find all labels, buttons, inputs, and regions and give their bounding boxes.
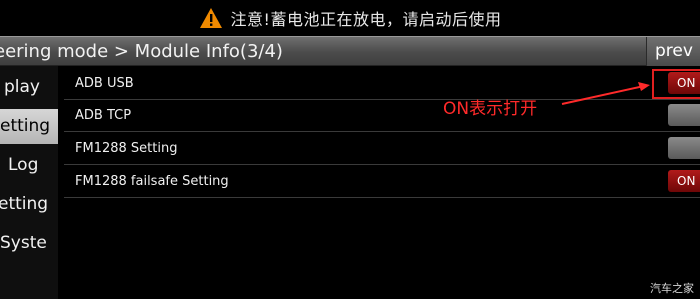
sidebar-item-label: etting [0, 194, 49, 214]
annotation-text: ON表示打开 [443, 99, 538, 119]
setting-label: ADB TCP [75, 108, 132, 123]
sidebar: play etting Log etting Syste [0, 66, 58, 299]
setting-label: FM1288 Setting [75, 141, 178, 156]
title-bar: eering mode > Module Info(3/4) prev [0, 36, 700, 66]
sidebar-item-display[interactable]: play [0, 70, 58, 105]
highlight-box [652, 69, 700, 99]
warning-icon [199, 8, 222, 28]
fm1288-toggle[interactable] [668, 137, 700, 159]
arrow-icon [561, 82, 650, 105]
sidebar-item-label: etting [0, 116, 51, 136]
adb-tcp-toggle[interactable] [668, 104, 700, 126]
setting-label: ADB USB [75, 76, 134, 91]
warning-bar: 注意!蓄电池正在放电，请启动后使用 [0, 0, 700, 36]
sidebar-item-label: play [4, 77, 40, 97]
sidebar-item-label: Log [8, 155, 39, 175]
prev-button[interactable]: prev [646, 37, 700, 66]
setting-row-fm1288: FM1288 Setting [64, 133, 700, 165]
page-title: eering mode > Module Info(3/4) [0, 41, 283, 62]
setting-label: FM1288 failsafe Setting [75, 174, 229, 189]
sidebar-item-setting[interactable]: etting [0, 109, 58, 144]
watermark: 汽车之家 [650, 282, 694, 295]
setting-row-fm1288-failsafe: FM1288 failsafe Setting ON [64, 166, 700, 198]
sidebar-item-setting-2[interactable]: etting [0, 187, 58, 222]
warning-text: 注意!蓄电池正在放电，请启动后使用 [230, 10, 502, 29]
sidebar-item-label: Syste [0, 233, 47, 253]
sidebar-item-system[interactable]: Syste [0, 226, 58, 261]
fm1288-failsafe-toggle[interactable]: ON [668, 170, 700, 192]
sidebar-item-log[interactable]: Log [0, 148, 58, 183]
